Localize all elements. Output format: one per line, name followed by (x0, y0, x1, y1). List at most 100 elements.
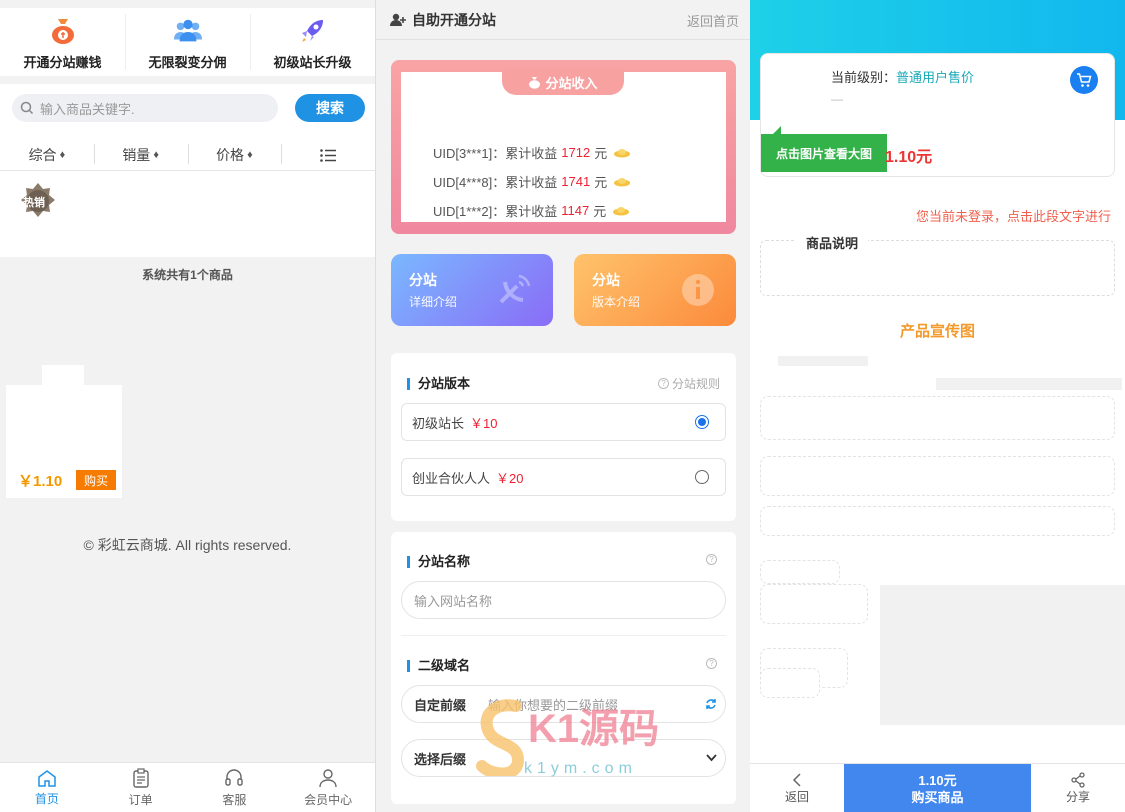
feature-subtitle: 版本介绍 (592, 295, 641, 309)
share-icon (1071, 772, 1085, 788)
buy-button[interactable]: 购买 (76, 470, 116, 490)
radio-unselected-icon[interactable] (695, 470, 709, 484)
shop-home-panel: 开通分站赚钱 无限裂变分佣 初级站长升级 输入商品关键字. 搜索 综合 ♦ 销量 ♦… (0, 0, 375, 812)
income-amount: 1147 (561, 203, 590, 218)
level-label: 当前级别： (831, 70, 897, 85)
clipboard-icon (132, 767, 149, 788)
search-button[interactable]: 搜索 (295, 94, 365, 122)
nav-orders[interactable]: 订单 (94, 763, 188, 812)
sort-sales[interactable]: 销量 ♦ (93, 140, 188, 170)
buy-label: 购买商品 (911, 789, 964, 805)
list-view-toggle[interactable] (281, 140, 375, 170)
site-name-placeholder: 输入网站名称 (414, 593, 493, 609)
option-price: ￥10 (470, 415, 498, 431)
product-detail-panel: 当前级别：普通用户售价 — 点击图片查看大图 1.10元 您当前未登录，点击此段… (750, 0, 1125, 812)
income-title: 分站收入 (545, 75, 598, 91)
version-option-partner[interactable]: 创业合伙人人 ￥20 (401, 458, 726, 496)
site-info-section: 分站名称 ? 输入网站名称 二级域名 ? 自定前缀 输入你想要的二级前缀 选择后… (391, 532, 736, 804)
sort-price[interactable]: 价格 ♦ (187, 140, 282, 170)
option-price: ￥20 (496, 470, 524, 486)
domain-suffix-select[interactable]: 选择后缀 (401, 739, 726, 777)
category-open-substation[interactable]: 开通分站赚钱 (0, 8, 125, 76)
option-label: 创业合伙人人 (412, 470, 491, 486)
sort-comprehensive[interactable]: 综合 ♦ (0, 140, 94, 170)
chevron-down-icon (706, 754, 717, 762)
satellite-dish-icon (499, 274, 531, 304)
question-icon: ? (657, 378, 669, 389)
hot-badge-label: 热销 (23, 197, 45, 209)
substation-detail-card[interactable]: 分站 详细介绍 (391, 254, 553, 326)
view-large-image-button[interactable]: 点击图片查看大图 (761, 126, 887, 172)
income-title-tab: 分站收入 (502, 69, 624, 95)
page-header: 自助开通分站 返回首页 (376, 0, 750, 40)
product-count: 系统共有1个商品 (142, 268, 233, 282)
section-title: 分站名称 (407, 555, 470, 568)
income-uid: UID[3***1]： (433, 146, 506, 161)
search-section: 输入商品关键字. 搜索 综合 ♦ 销量 ♦ 价格 ♦ (0, 84, 375, 172)
share-button[interactable]: 分享 (1031, 764, 1125, 812)
feature-subtitle: 详细介绍 (409, 295, 458, 309)
home-icon (38, 769, 56, 787)
nav-member[interactable]: 会员中心 (281, 763, 375, 812)
product-price: ￥1.10 (18, 473, 63, 490)
prefix-placeholder: 输入你想要的二级前缀 (488, 697, 619, 713)
income-row: UID[1***2]： 累计收益 1147 元 (433, 201, 630, 220)
category-referral[interactable]: 无限裂变分佣 (125, 8, 250, 76)
income-unit: 元 (593, 204, 607, 219)
substation-version-card[interactable]: 分站 版本介绍 (574, 254, 736, 326)
nav-home[interactable]: 首页 (0, 763, 94, 812)
income-unit: 元 (594, 146, 608, 161)
rules-link[interactable]: ? 分站规则 (657, 375, 720, 392)
help-icon[interactable]: ? (706, 658, 720, 669)
product-summary-card: 当前级别：普通用户售价 — 点击图片查看大图 1.10元 (760, 53, 1115, 177)
income-amount: 1712 (561, 145, 591, 160)
feature-title: 分站 (592, 272, 620, 288)
search-input[interactable]: 输入商品关键字. (12, 94, 278, 122)
level-dash: — (831, 92, 843, 106)
help-icon[interactable]: ? (706, 554, 720, 565)
product-card[interactable]: ￥1.10 购买 (6, 365, 122, 498)
search-icon (20, 101, 34, 115)
description-title: 商品说明 (796, 233, 869, 252)
income-unit: 元 (594, 175, 608, 190)
page-title-text: 自助开通分站 (412, 12, 496, 28)
info-icon (682, 274, 714, 306)
user-icon (319, 768, 337, 787)
income-label: 累计收益 (505, 146, 558, 161)
login-notice-link[interactable]: 您当前未登录，点击此段文字进行 (916, 206, 1111, 225)
version-section: 分站版本 ? 分站规则 初级站长 ￥10 创业合伙人人 ￥20 (391, 353, 736, 521)
cart-icon (1077, 72, 1092, 87)
promo-title: 产品宣传图 (899, 323, 975, 340)
radio-selected-icon[interactable] (695, 415, 709, 429)
category-upgrade[interactable]: 初级站长升级 (250, 8, 375, 76)
sort-arrow-icon: ♦ (59, 149, 66, 161)
share-label: 分享 (1065, 790, 1090, 804)
gold-ingot-icon (614, 148, 631, 157)
suffix-label: 选择后缀 (414, 751, 467, 767)
user-level: 当前级别：普通用户售价 (831, 67, 974, 86)
domain-prefix-input[interactable]: 自定前缀 输入你想要的二级前缀 (401, 685, 726, 723)
category-label: 无限裂变分佣 (148, 55, 227, 70)
back-home-link[interactable]: 返回首页 (687, 11, 739, 30)
nav-support[interactable]: 客服 (188, 763, 282, 812)
refresh-icon[interactable] (705, 698, 717, 710)
site-name-input[interactable]: 输入网站名称 (401, 581, 726, 619)
back-label: 返回 (784, 790, 809, 804)
sort-label: 销量 (122, 147, 151, 163)
money-bag-icon (48, 16, 78, 46)
income-label: 累计收益 (505, 204, 558, 219)
chevron-left-icon (792, 773, 801, 787)
buy-now-button[interactable]: 1.10元 购买商品 (844, 764, 1031, 812)
version-option-basic[interactable]: 初级站长 ￥10 (401, 403, 726, 441)
product-price: 1.10元 (885, 149, 933, 166)
hot-sale-badge: 热销 (18, 181, 58, 221)
open-substation-panel: 自助开通分站 返回首页 UID[3***1]： 累计收益 1712 元 UID[… (375, 0, 750, 812)
bottom-nav: 首页 订单 客服 会员中心 (0, 762, 375, 812)
rocket-icon (298, 16, 328, 46)
back-button[interactable]: 返回 (750, 764, 844, 812)
page-title: 自助开通分站 (390, 10, 496, 30)
list-icon (320, 148, 337, 162)
income-card: UID[3***1]： 累计收益 1712 元 UID[4***8]： 累计收益… (391, 60, 736, 234)
category-label: 开通分站赚钱 (23, 55, 102, 70)
cart-button[interactable] (1070, 66, 1098, 94)
